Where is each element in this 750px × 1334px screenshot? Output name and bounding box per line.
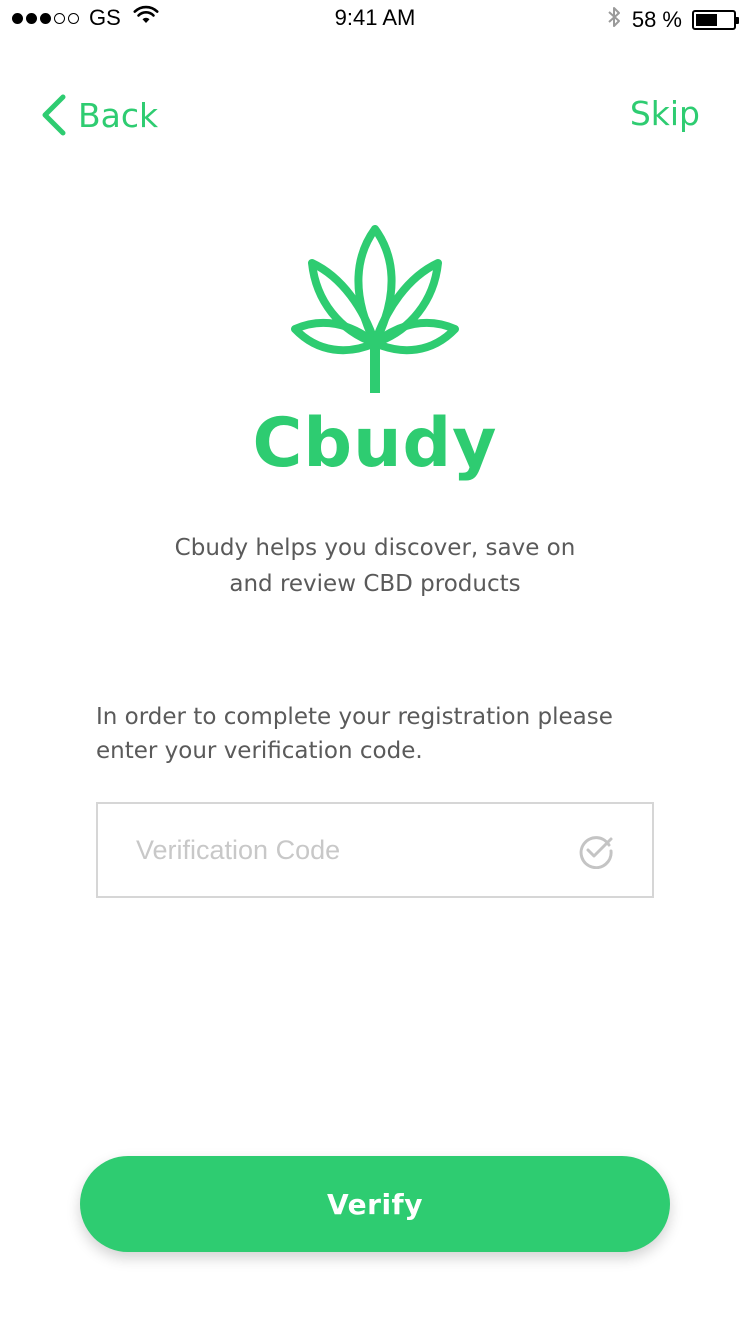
verification-code-field: [96, 802, 654, 898]
verify-button[interactable]: Verify: [80, 1156, 670, 1252]
tagline-line-1: Cbudy helps you discover, save on: [174, 535, 576, 561]
battery-fill: [696, 14, 717, 26]
status-bar: GS 9:41 AM 58 %: [0, 0, 750, 40]
brand-tagline: Cbudy helps you discover, save on and re…: [0, 530, 750, 602]
verification-code-input[interactable]: [136, 804, 556, 896]
status-bar-right: 58 %: [606, 5, 739, 35]
back-button[interactable]: Back: [40, 94, 158, 136]
check-circle-icon: [579, 836, 613, 869]
battery-icon: [692, 10, 739, 30]
skip-button[interactable]: Skip: [630, 94, 700, 133]
brand-name: Cbudy: [252, 404, 498, 483]
tagline-line-2: and review CBD products: [229, 571, 521, 597]
verify-button-label: Verify: [327, 1187, 423, 1221]
bluetooth-icon: [606, 5, 622, 35]
verification-instructions: In order to complete your registration p…: [96, 704, 613, 764]
back-button-label: Back: [78, 95, 159, 135]
chevron-left-icon: [42, 94, 66, 136]
cannabis-leaf-icon: [291, 225, 459, 393]
battery-percent: 58 %: [631, 7, 682, 32]
